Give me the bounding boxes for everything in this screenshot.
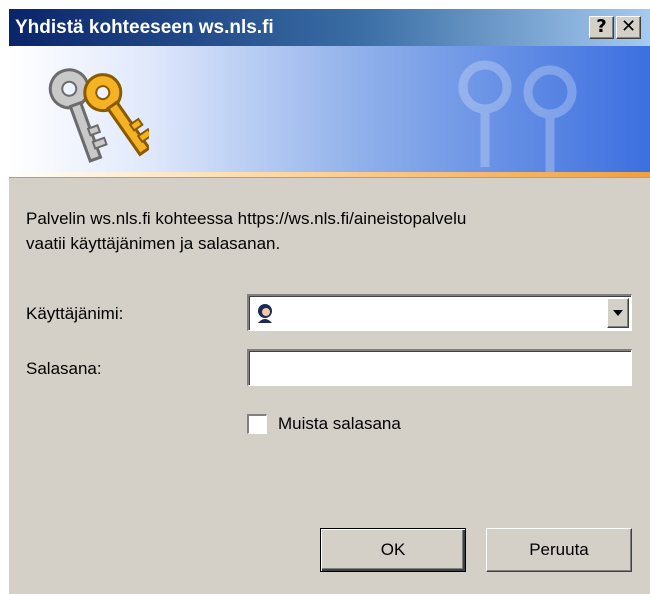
title-bar[interactable]: Yhdistä kohteeseen ws.nls.fi ? ✕ bbox=[9, 9, 650, 46]
remember-password-checkbox[interactable] bbox=[247, 414, 267, 434]
username-combobox[interactable] bbox=[247, 294, 632, 331]
login-dialog: Yhdistä kohteeseen ws.nls.fi ? ✕ Palveli… bbox=[7, 7, 650, 594]
password-input[interactable] bbox=[249, 351, 631, 385]
username-dropdown-button[interactable] bbox=[607, 298, 629, 328]
window-title: Yhdistä kohteeseen ws.nls.fi bbox=[15, 17, 274, 38]
banner-divider bbox=[9, 177, 650, 178]
username-label: Käyttäjänimi: bbox=[26, 304, 124, 323]
message-line-1: Palvelin ws.nls.fi kohteessa https://ws.… bbox=[26, 209, 467, 228]
username-input[interactable] bbox=[249, 296, 631, 330]
keys-watermark-icon bbox=[458, 60, 577, 172]
remember-password-label[interactable]: Muista salasana bbox=[278, 414, 401, 434]
message-line-2: vaatii käyttäjänimen ja salasanan. bbox=[26, 234, 281, 253]
close-button[interactable]: ✕ bbox=[616, 16, 641, 39]
keys-icon bbox=[48, 68, 149, 163]
password-field[interactable] bbox=[247, 349, 632, 386]
chevron-down-icon bbox=[613, 310, 623, 316]
help-button[interactable]: ? bbox=[589, 16, 614, 39]
password-label: Salasana: bbox=[26, 359, 102, 378]
cancel-button[interactable]: Peruuta bbox=[486, 528, 632, 572]
dialog-banner bbox=[9, 46, 650, 172]
auth-message: Palvelin ws.nls.fi kohteessa https://ws.… bbox=[26, 206, 636, 256]
ok-button[interactable]: OK bbox=[320, 528, 466, 572]
user-icon bbox=[258, 304, 272, 323]
